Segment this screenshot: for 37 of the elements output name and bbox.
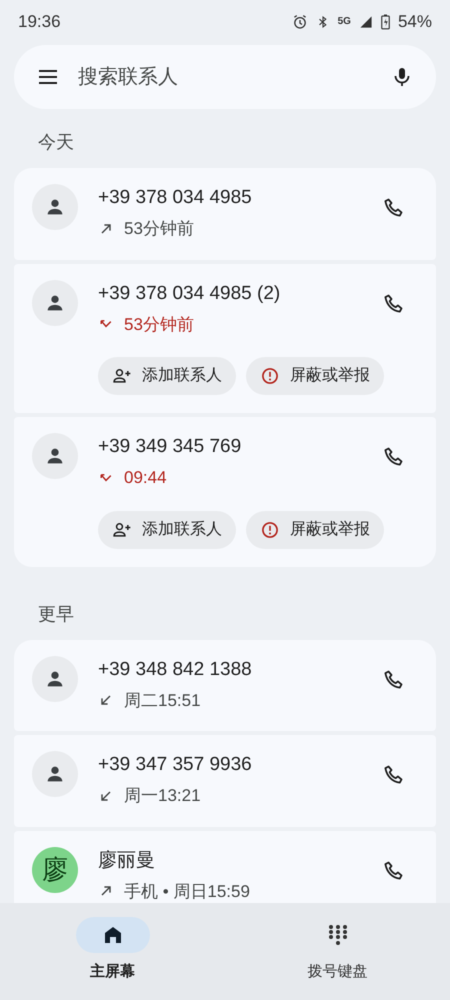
nav-tab[interactable]: 拨号键盘: [225, 903, 450, 1000]
call-time: 周一13:21: [124, 785, 201, 807]
battery-level: 54%: [398, 11, 432, 34]
call-log-card[interactable]: +39 378 034 4985 (2) 53分钟前 添加联系人 屏蔽或举报: [14, 264, 436, 413]
call-log-card[interactable]: +39 348 842 1388 周二15:51: [14, 640, 436, 731]
call-time: 53分钟前: [124, 314, 194, 336]
call-time: 09:44: [124, 467, 167, 489]
call-log-card[interactable]: 廖 廖丽曼 手机 • 周日15:59: [14, 830, 436, 903]
alarm-icon: [292, 14, 308, 30]
caller-name: +39 378 034 4985: [98, 186, 253, 210]
caller-name: 廖丽曼: [98, 848, 156, 872]
block-report-button[interactable]: 屏蔽或举报: [246, 357, 384, 395]
alert-icon: [260, 520, 280, 540]
call-time: 周二15:51: [124, 690, 201, 712]
caller-name: +39 348 842 1388: [98, 658, 253, 682]
section-header: 今天: [38, 132, 74, 152]
network-type: 5G: [338, 17, 351, 27]
call-log-card[interactable]: +39 349 345 769 09:44 添加联系人 屏蔽或举报: [14, 417, 436, 566]
call-time: 53分钟前: [124, 218, 194, 240]
caller-name: +39 378 034 4985 (2): [98, 282, 282, 306]
search-bar[interactable]: 搜索联系人: [14, 45, 436, 109]
caller-name: +39 347 357 9936: [98, 753, 253, 777]
alert-icon: [260, 366, 280, 386]
status-time: 19:36: [18, 11, 61, 34]
call-log-card[interactable]: +39 347 357 9936 周一13:21: [14, 735, 436, 826]
block-report-button[interactable]: 屏蔽或举报: [246, 510, 384, 548]
contact-avatar: 廖: [32, 846, 78, 892]
battery-icon: [380, 14, 390, 30]
signal-icon: [358, 15, 373, 29]
call-log-card[interactable]: +39 378 034 4985 53分钟前: [14, 168, 436, 260]
caller-name: +39 349 345 769: [98, 435, 242, 459]
section-header: 更早: [38, 604, 74, 624]
add-contact-button[interactable]: 添加联系人: [98, 357, 236, 395]
search-field[interactable]: 搜索联系人: [78, 62, 372, 92]
call-time: 手机 • 周日15:59: [124, 880, 250, 902]
nav-tab[interactable]: 主屏幕: [0, 903, 225, 1000]
add-contact-button[interactable]: 添加联系人: [98, 510, 236, 548]
